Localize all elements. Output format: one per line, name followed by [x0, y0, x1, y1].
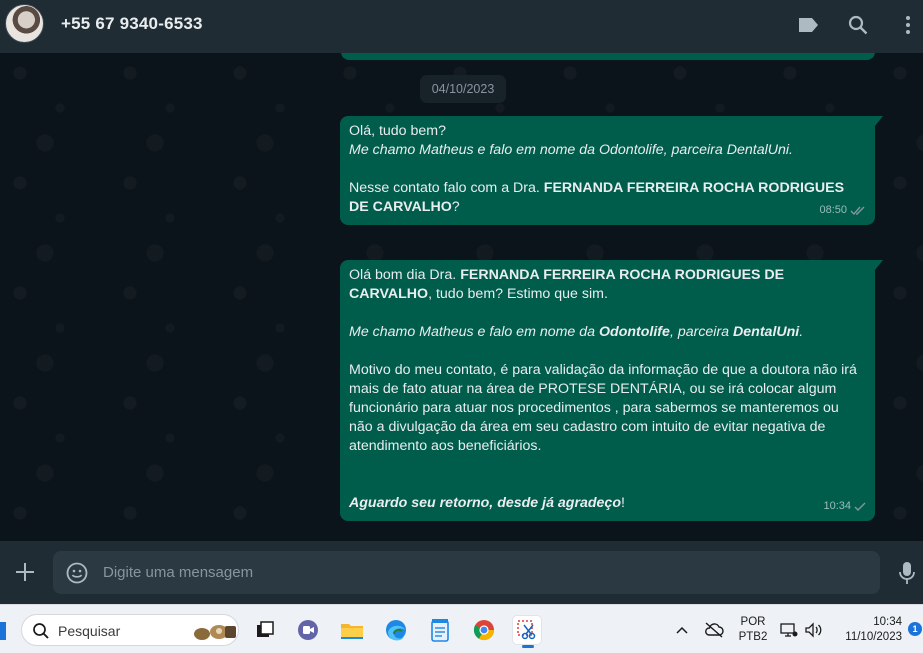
date-separator: 04/10/2023: [420, 75, 506, 103]
label-icon[interactable]: [797, 14, 819, 36]
start-button-edge[interactable]: [0, 622, 6, 640]
chrome-icon[interactable]: [469, 615, 499, 645]
message-blank-line: [349, 475, 865, 494]
message-input[interactable]: [103, 551, 863, 594]
edge-icon[interactable]: [381, 615, 411, 645]
search-icon[interactable]: [847, 14, 869, 36]
previous-message-bubble: [341, 53, 875, 60]
windows-taskbar: Pesquisar POR PTB2 10:34 11/10/2023 1: [0, 604, 923, 653]
message-input-wrapper: [53, 551, 880, 594]
message-line: Aguardo seu retorno, desde já agradeço!: [349, 494, 865, 513]
task-view-icon[interactable]: [250, 615, 280, 645]
message-text: Olá bom dia Dra.: [349, 267, 461, 283]
taskbar-search[interactable]: Pesquisar: [21, 614, 239, 646]
message-line: Motivo do meu contato, é para validação …: [349, 362, 857, 454]
keyboard-layout: PTB2: [738, 631, 768, 643]
cloud-offline-icon[interactable]: [703, 605, 725, 653]
snipping-tool-icon[interactable]: [512, 615, 542, 648]
message-line: Me chamo Matheus e falo em nome da Odont…: [349, 142, 793, 158]
search-icon: [33, 623, 49, 639]
message-text: , parceira: [669, 324, 734, 340]
message-line: Olá, tudo bem?: [349, 123, 447, 139]
message-time: 08:50: [819, 204, 847, 216]
taskbar-clock[interactable]: 10:34 11/10/2023: [836, 615, 902, 645]
network-icon[interactable]: [779, 605, 799, 653]
message-bold-text: Aguardo seu retorno, desde já agradeço: [349, 495, 621, 511]
microphone-icon[interactable]: [897, 561, 917, 585]
search-highlight-illustration-icon: [194, 625, 236, 640]
input-language-indicator[interactable]: POR PTB2: [737, 615, 769, 645]
chat-header: +55 67 9340-6533: [0, 0, 923, 53]
message-text: , tudo bem? Estimo que sim.: [428, 286, 608, 302]
message-bold-text: DentalUni: [733, 324, 800, 340]
message-blank-line: [349, 342, 865, 361]
emoji-icon[interactable]: [66, 562, 88, 584]
double-check-icon: [850, 206, 865, 215]
clock-time: 10:34: [873, 616, 902, 628]
single-check-icon: [854, 502, 866, 511]
teams-icon[interactable]: [293, 615, 323, 645]
message-meta: 10:34: [823, 497, 866, 516]
message-blank-line: [349, 304, 865, 323]
message-text: .: [799, 324, 804, 340]
message-time: 10:34: [823, 500, 851, 512]
message-blank-line: [349, 160, 865, 179]
message-text: !: [621, 495, 625, 511]
contact-name[interactable]: +55 67 9340-6533: [61, 14, 203, 34]
message-bubble[interactable]: Olá, tudo bem? Me chamo Matheus e falo e…: [340, 116, 883, 225]
message-line: Me chamo Matheus e falo em nome da Odont…: [349, 323, 865, 342]
message-line: Olá bom dia Dra. FERNANDA FERREIRA ROCHA…: [349, 266, 865, 304]
message-line: Nesse contato falo com a Dra. FERNANDA F…: [349, 179, 865, 217]
language-code: POR: [740, 616, 766, 628]
message-text: Me chamo Matheus e falo em nome da: [349, 324, 599, 340]
volume-icon[interactable]: [803, 605, 825, 653]
message-composer: [0, 541, 923, 604]
chat-area[interactable]: 04/10/2023 Olá, tudo bem? Me chamo Mathe…: [0, 53, 923, 541]
contact-avatar[interactable]: [5, 4, 44, 43]
chevron-up-icon[interactable]: [673, 605, 691, 653]
message-blank-line: [349, 456, 865, 475]
message-bubble[interactable]: Olá bom dia Dra. FERNANDA FERREIRA ROCHA…: [340, 260, 883, 521]
notepad-icon[interactable]: [425, 615, 455, 645]
menu-dots-icon[interactable]: [897, 14, 919, 36]
message-text: ?: [451, 199, 460, 215]
message-bold-text: Odontolife: [599, 324, 670, 340]
attach-plus-icon[interactable]: [14, 561, 36, 583]
notification-badge[interactable]: 1: [908, 622, 922, 636]
search-placeholder: Pesquisar: [58, 623, 121, 639]
message-text: Nesse contato falo com a Dra.: [349, 180, 544, 196]
clock-date: 11/10/2023: [845, 631, 902, 643]
file-explorer-icon[interactable]: [337, 615, 367, 645]
message-meta: 08:50: [819, 201, 866, 220]
